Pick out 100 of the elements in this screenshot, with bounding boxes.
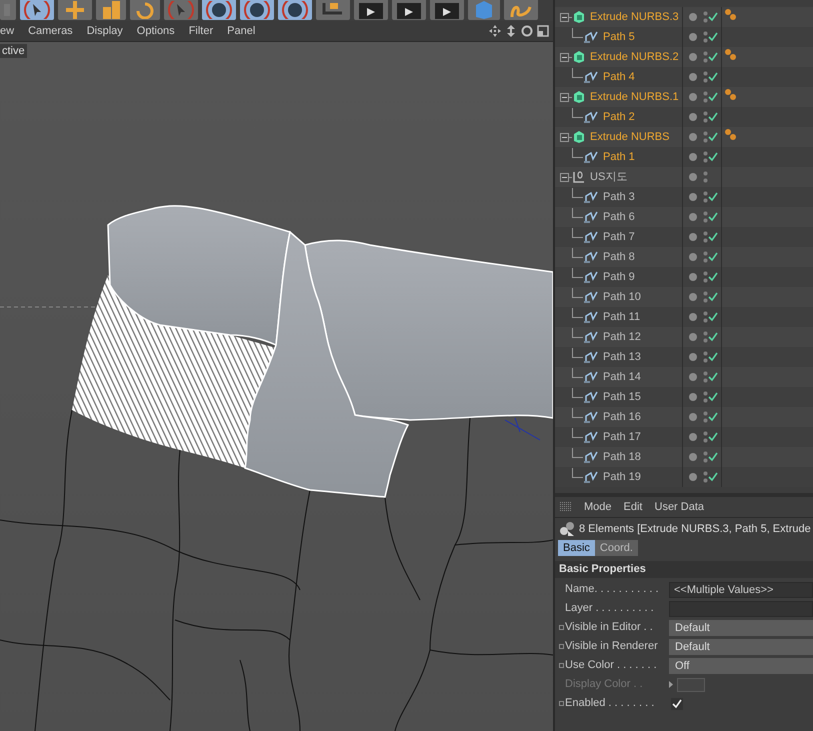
toolbar-button[interactable] <box>278 0 312 20</box>
tab[interactable]: Coord. <box>594 540 638 556</box>
object-name[interactable]: Path 1 <box>603 148 635 166</box>
dropdown[interactable]: Default <box>669 620 813 636</box>
object-name[interactable]: US지도 <box>590 168 628 186</box>
visibility-dots-icon[interactable] <box>703 231 708 243</box>
toolbar-button[interactable] <box>316 0 350 20</box>
menu-item[interactable]: Panel <box>227 22 256 40</box>
visibility-dots-icon[interactable] <box>703 51 708 63</box>
check-icon[interactable] <box>708 332 718 342</box>
layer-dot-icon[interactable] <box>689 213 697 221</box>
check-icon[interactable] <box>708 432 718 442</box>
object-name[interactable]: Path 7 <box>603 228 635 246</box>
menu-item[interactable]: Edit <box>624 498 642 516</box>
visibility-dots-icon[interactable] <box>703 431 708 443</box>
material-tag-icon[interactable] <box>724 8 738 22</box>
keyframe-toggle[interactable] <box>559 663 564 668</box>
keyframe-toggle[interactable] <box>559 644 564 649</box>
visibility-dots-icon[interactable] <box>703 411 708 423</box>
visibility-dots-icon[interactable] <box>703 31 708 43</box>
toolbar-button[interactable] <box>430 0 464 20</box>
visibility-dots-icon[interactable] <box>703 291 708 303</box>
check-icon[interactable] <box>708 252 718 262</box>
object-name[interactable]: Path 11 <box>603 308 640 326</box>
layer-dot-icon[interactable] <box>689 353 697 361</box>
layer-dot-icon[interactable] <box>689 373 697 381</box>
visibility-dots-icon[interactable] <box>703 331 708 343</box>
visibility-dots-icon[interactable] <box>703 351 708 363</box>
check-icon[interactable] <box>708 292 718 302</box>
check-icon[interactable] <box>708 212 718 222</box>
visibility-dots-icon[interactable] <box>703 131 708 143</box>
grip-icon[interactable] <box>560 502 572 512</box>
visibility-dots-icon[interactable] <box>703 191 708 203</box>
visibility-dots-icon[interactable] <box>703 171 708 183</box>
visibility-dots-icon[interactable] <box>703 151 708 163</box>
visibility-dots-icon[interactable] <box>703 111 708 123</box>
dropdown[interactable]: Off <box>669 658 813 674</box>
check-icon[interactable] <box>708 372 718 382</box>
visibility-dots-icon[interactable] <box>703 11 708 23</box>
object-name[interactable]: Path 4 <box>603 68 635 86</box>
object-name[interactable]: Path 10 <box>603 288 641 306</box>
object-name[interactable]: Path 2 <box>603 108 635 126</box>
toolbar-button[interactable] <box>392 0 426 20</box>
tab[interactable]: Basic <box>558 540 595 556</box>
material-tag-icon[interactable] <box>724 88 738 102</box>
text-field[interactable]: <<Multiple Values>> <box>669 582 813 598</box>
toolbar-button[interactable] <box>20 0 54 20</box>
layer-dot-icon[interactable] <box>689 453 697 461</box>
visibility-dots-icon[interactable] <box>703 391 708 403</box>
check-icon[interactable] <box>708 412 718 422</box>
object-name[interactable]: Path 18 <box>603 448 641 466</box>
check-icon[interactable] <box>708 232 718 242</box>
menu-item[interactable]: Mode <box>584 498 612 516</box>
object-name[interactable]: Path 19 <box>603 468 641 486</box>
check-icon[interactable] <box>708 12 718 22</box>
object-name[interactable]: Path 3 <box>603 188 635 206</box>
collapse-icon[interactable] <box>560 132 569 142</box>
object-name[interactable]: Path 16 <box>603 408 641 426</box>
layer-dot-icon[interactable] <box>689 413 697 421</box>
visibility-dots-icon[interactable] <box>703 251 708 263</box>
check-icon[interactable] <box>708 192 718 202</box>
dropdown[interactable]: Default <box>669 638 813 654</box>
menu-item[interactable]: Display <box>86 22 123 40</box>
layer-dot-icon[interactable] <box>689 293 697 301</box>
menu-item[interactable]: User Data <box>654 498 704 516</box>
object-name[interactable]: Path 12 <box>603 328 641 346</box>
object-name[interactable]: Path 17 <box>603 428 641 446</box>
visibility-dots-icon[interactable] <box>703 311 708 323</box>
visibility-dots-icon[interactable] <box>703 371 708 383</box>
layer-dot-icon[interactable] <box>689 473 697 481</box>
layer-dot-icon[interactable] <box>689 153 697 161</box>
layer-dot-icon[interactable] <box>689 13 697 21</box>
object-name[interactable]: Path 13 <box>603 348 641 366</box>
rotate-view-icon[interactable] <box>521 25 533 37</box>
checkbox[interactable] <box>671 698 683 710</box>
object-name[interactable]: Path 6 <box>603 208 635 226</box>
check-icon[interactable] <box>708 472 718 482</box>
check-icon[interactable] <box>708 312 718 322</box>
layer-dot-icon[interactable] <box>689 93 697 101</box>
toolbar-button[interactable] <box>202 0 236 20</box>
check-icon[interactable] <box>708 392 718 402</box>
collapse-icon[interactable] <box>560 172 569 182</box>
move-view-icon[interactable] <box>489 25 501 37</box>
layer-dot-icon[interactable] <box>689 313 697 321</box>
layer-dot-icon[interactable] <box>689 173 697 181</box>
check-icon[interactable] <box>708 272 718 282</box>
layer-dot-icon[interactable] <box>689 73 697 81</box>
layer-dot-icon[interactable] <box>689 193 697 201</box>
object-name[interactable]: Path 8 <box>603 248 635 266</box>
material-tag-icon[interactable] <box>724 128 738 142</box>
layer-dot-icon[interactable] <box>689 113 697 121</box>
menu-item[interactable]: ew <box>0 22 14 40</box>
check-icon[interactable] <box>708 352 718 362</box>
layer-dot-icon[interactable] <box>689 53 697 61</box>
layer-dot-icon[interactable] <box>689 133 697 141</box>
layer-dot-icon[interactable] <box>689 333 697 341</box>
check-icon[interactable] <box>708 72 718 82</box>
visibility-dots-icon[interactable] <box>703 471 708 483</box>
visibility-dots-icon[interactable] <box>703 71 708 83</box>
keyframe-toggle[interactable] <box>559 625 564 630</box>
